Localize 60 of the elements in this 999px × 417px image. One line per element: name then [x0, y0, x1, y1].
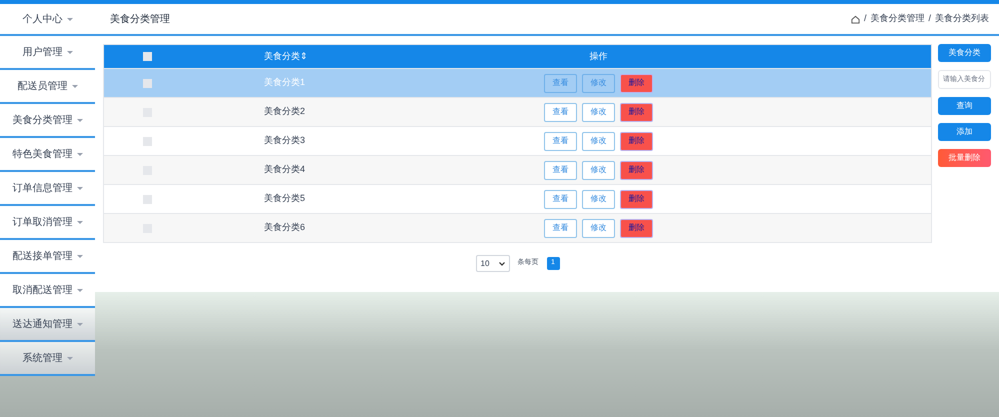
edit-button[interactable]: 修改 [582, 190, 615, 208]
caret-icon [76, 186, 82, 190]
page-size-select[interactable]: 10 [476, 255, 510, 272]
table-row[interactable]: 美食分类4 查看 修改 删除 [104, 155, 931, 184]
delete-button[interactable]: 删除 [620, 190, 653, 208]
edit-button[interactable]: 修改 [582, 102, 615, 122]
table-row[interactable]: 美食分类1 查看 修改 删除 [104, 68, 931, 97]
edit-button[interactable]: 修改 [582, 74, 615, 92]
action-button[interactable]: 添加 [938, 123, 991, 141]
delete-button[interactable]: 删除 [620, 160, 653, 180]
breadcrumb-separator: / [864, 12, 866, 26]
breadcrumb-link[interactable]: 美食分类管理 [870, 12, 924, 26]
column-header: 操作 [590, 50, 608, 63]
user-menu[interactable]: 个人中心 [0, 12, 95, 26]
breadcrumb-separator: / [928, 12, 931, 26]
caret-icon [72, 84, 78, 88]
table-cell: 美食分类5 [264, 193, 306, 204]
table-cell: 美食分类1 [264, 77, 306, 88]
caret-icon [66, 356, 72, 360]
delete-button[interactable]: 删除 [620, 132, 653, 150]
view-button[interactable]: 查看 [544, 218, 577, 238]
edit-button[interactable]: 修改 [582, 218, 615, 238]
edit-button[interactable]: 修改 [582, 160, 615, 180]
caret-icon [76, 220, 82, 224]
chevron-down-icon [498, 262, 504, 266]
page-title: 美食分类管理 [110, 12, 170, 26]
delete-button[interactable]: 删除 [620, 74, 653, 92]
view-button[interactable]: 查看 [544, 160, 577, 180]
sidebar-item[interactable]: 系统管理 [0, 342, 95, 376]
action-button[interactable]: 查询 [938, 97, 991, 115]
caret-icon [66, 18, 72, 20]
checkbox[interactable] [143, 136, 152, 146]
caret-icon [76, 118, 82, 122]
sidebar-item[interactable]: 送达通知管理 [0, 308, 95, 342]
breadcrumb-link[interactable]: 美食分类列表 [935, 12, 989, 26]
search-label: 美食分类 [938, 44, 991, 62]
table-row[interactable]: 美食分类2 查看 修改 删除 [104, 97, 931, 126]
checkbox[interactable] [143, 194, 152, 204]
checkbox[interactable] [143, 78, 152, 88]
caret-icon [76, 288, 82, 292]
batch-delete-button[interactable]: 批量删除 [938, 149, 991, 167]
table-row[interactable]: 美食分类6 查看 修改 删除 [104, 213, 931, 242]
table-cell: 美食分类2 [264, 106, 306, 116]
table-cell: 美食分类4 [264, 164, 306, 174]
column-header[interactable]: 美食分类⇕ [191, 50, 351, 64]
caret-icon [76, 152, 82, 156]
caret-icon [76, 254, 82, 258]
edit-button[interactable]: 修改 [582, 132, 615, 150]
table-cell: 美食分类3 [264, 135, 306, 146]
delete-button[interactable]: 删除 [620, 218, 653, 238]
caret-icon [76, 322, 82, 326]
home-icon[interactable] [850, 14, 860, 24]
table-cell: 美食分类6 [264, 222, 306, 232]
delete-button[interactable]: 删除 [620, 102, 653, 122]
view-button[interactable]: 查看 [544, 190, 577, 208]
view-button[interactable]: 查看 [544, 102, 577, 122]
view-button[interactable]: 查看 [544, 132, 577, 150]
checkbox[interactable] [143, 52, 152, 61]
caret-icon [66, 50, 72, 54]
view-button[interactable]: 查看 [544, 74, 577, 92]
